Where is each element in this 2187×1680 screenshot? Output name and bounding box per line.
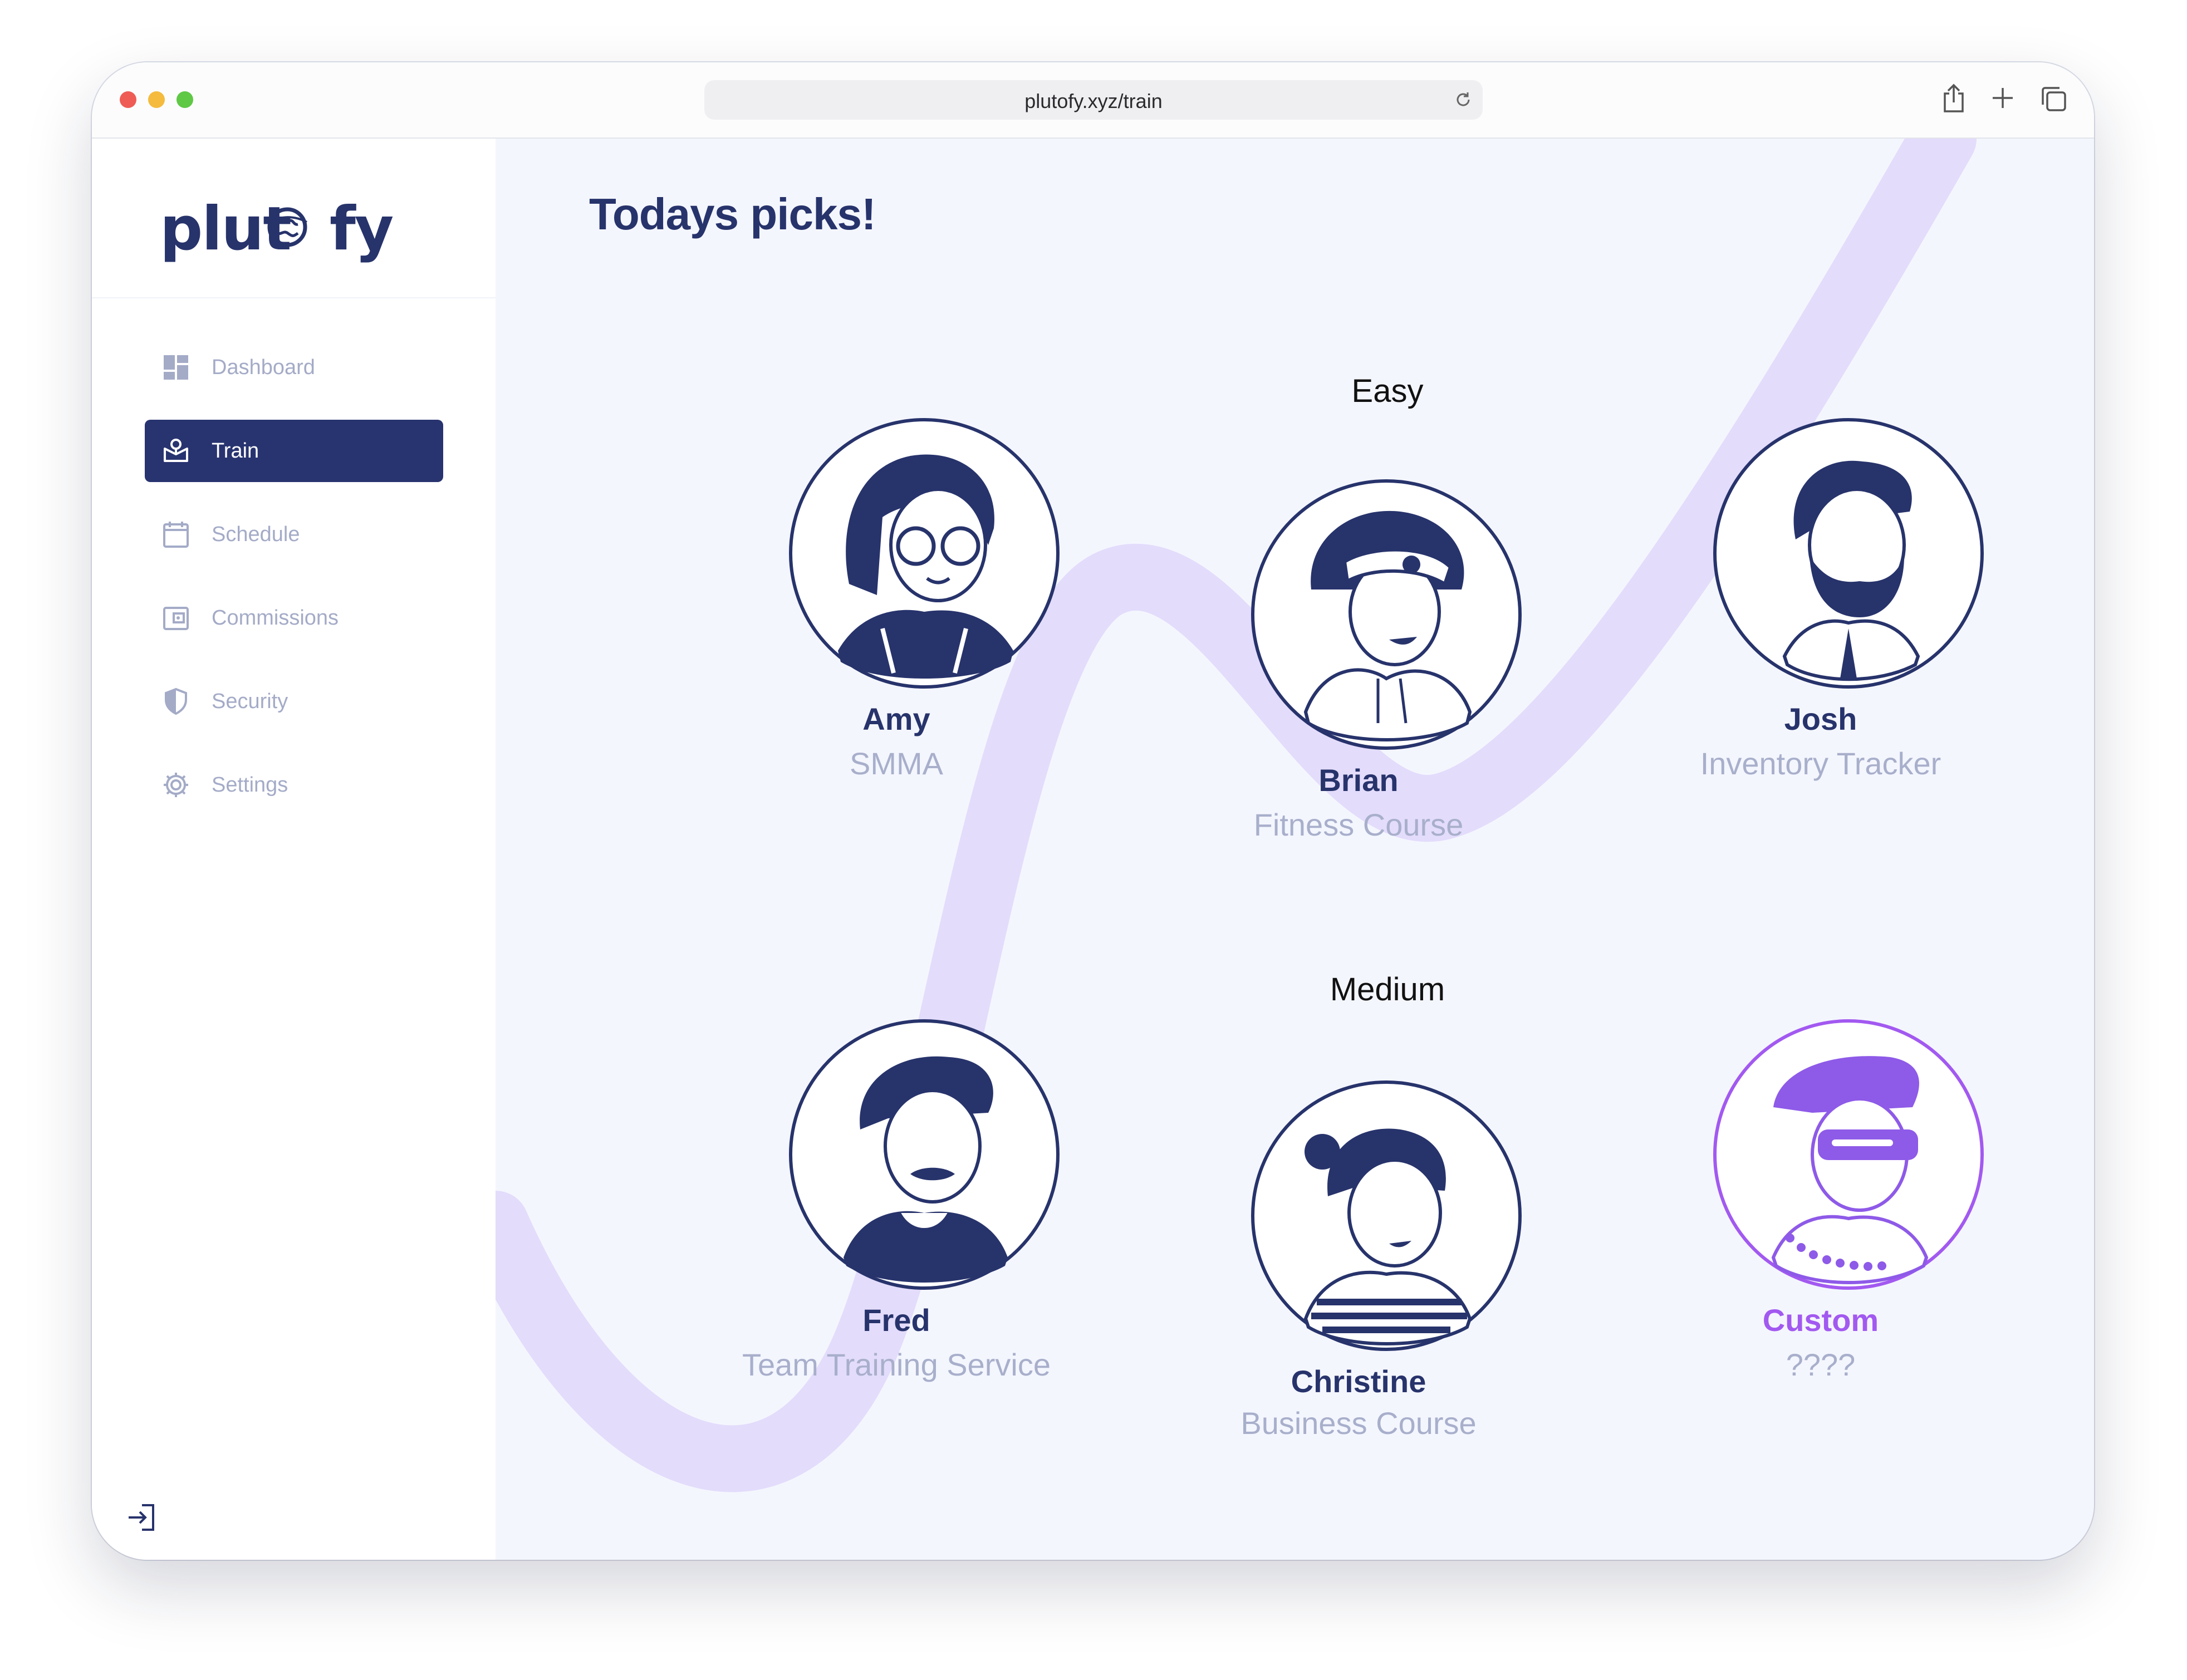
logo-area: plut fy bbox=[92, 139, 496, 298]
browser-window: plutofy.xyz/train plut fy Dashboard Trai… bbox=[92, 62, 2094, 1560]
sidebar-item-label: Commissions bbox=[212, 606, 339, 630]
new-tab-icon[interactable] bbox=[1992, 87, 2014, 109]
sidebar-item-label: Dashboard bbox=[212, 356, 315, 379]
sidebar-item-dashboard[interactable]: Dashboard bbox=[145, 336, 443, 399]
pick-topic: Business Course bbox=[1240, 1406, 1477, 1441]
page-title: Todays picks! bbox=[589, 189, 876, 239]
pick-topic: Fitness Course bbox=[1253, 807, 1464, 842]
browser-titlebar: plutofy.xyz/train bbox=[92, 62, 2094, 139]
amy-avatar bbox=[788, 417, 1061, 690]
main-content: Todays picks! Easy Medium Amy SMMA Brian… bbox=[496, 139, 2094, 1560]
gear-icon bbox=[164, 773, 188, 797]
dashboard-icon bbox=[164, 355, 188, 380]
christine-avatar bbox=[1250, 1079, 1523, 1352]
sidebar-nav: Dashboard Train Schedule Commissions Sec… bbox=[145, 336, 443, 837]
pick-topic: Team Training Service bbox=[742, 1347, 1051, 1382]
minimize-window-button[interactable] bbox=[148, 91, 165, 108]
sidebar-item-label: Schedule bbox=[212, 523, 300, 546]
tab-overview-icon[interactable] bbox=[2041, 86, 2067, 112]
pick-name: Fred bbox=[862, 1303, 930, 1338]
custom-avatar bbox=[1712, 1018, 1985, 1291]
pick-topic: Inventory Tracker bbox=[1700, 746, 1941, 781]
calendar-icon bbox=[163, 522, 189, 548]
train-icon bbox=[164, 439, 188, 462]
share-icon[interactable] bbox=[1941, 83, 1966, 114]
shield-icon bbox=[165, 687, 187, 715]
pick-topic: SMMA bbox=[850, 746, 943, 781]
josh-avatar bbox=[1712, 417, 1985, 690]
fred-avatar bbox=[788, 1018, 1061, 1291]
wallet-icon bbox=[163, 607, 189, 630]
address-bar[interactable]: plutofy.xyz/train bbox=[704, 80, 1483, 120]
close-window-button[interactable] bbox=[120, 91, 136, 108]
globe-logo-icon bbox=[267, 207, 307, 247]
sidebar-item-commissions[interactable]: Commissions bbox=[145, 587, 443, 649]
pick-name: Christine bbox=[1291, 1364, 1426, 1399]
sidebar-item-label: Train bbox=[212, 439, 259, 463]
sidebar-item-schedule[interactable]: Schedule bbox=[145, 503, 443, 566]
sidebar-item-security[interactable]: Security bbox=[145, 670, 443, 733]
sidebar-item-label: Settings bbox=[212, 773, 288, 797]
brian-avatar bbox=[1250, 478, 1523, 751]
pick-name: Brian bbox=[1318, 763, 1399, 798]
logout-icon[interactable] bbox=[125, 1501, 159, 1534]
zoom-window-button[interactable] bbox=[176, 91, 193, 108]
url-text: plutofy.xyz/train bbox=[1024, 90, 1163, 112]
reload-icon[interactable] bbox=[1454, 90, 1473, 109]
sidebar-item-train[interactable]: Train bbox=[145, 420, 443, 482]
group-label-easy: Easy bbox=[1351, 373, 1424, 409]
sidebar: plut fy Dashboard Train Schedule Commiss… bbox=[92, 139, 496, 1560]
pick-name: Josh bbox=[1784, 701, 1857, 736]
sidebar-item-settings[interactable]: Settings bbox=[145, 754, 443, 816]
pick-topic: ???? bbox=[1786, 1347, 1856, 1382]
pick-name: Custom bbox=[1762, 1303, 1879, 1338]
sidebar-item-label: Security bbox=[212, 690, 288, 713]
pick-name: Amy bbox=[862, 701, 930, 736]
group-label-medium: Medium bbox=[1330, 971, 1445, 1008]
